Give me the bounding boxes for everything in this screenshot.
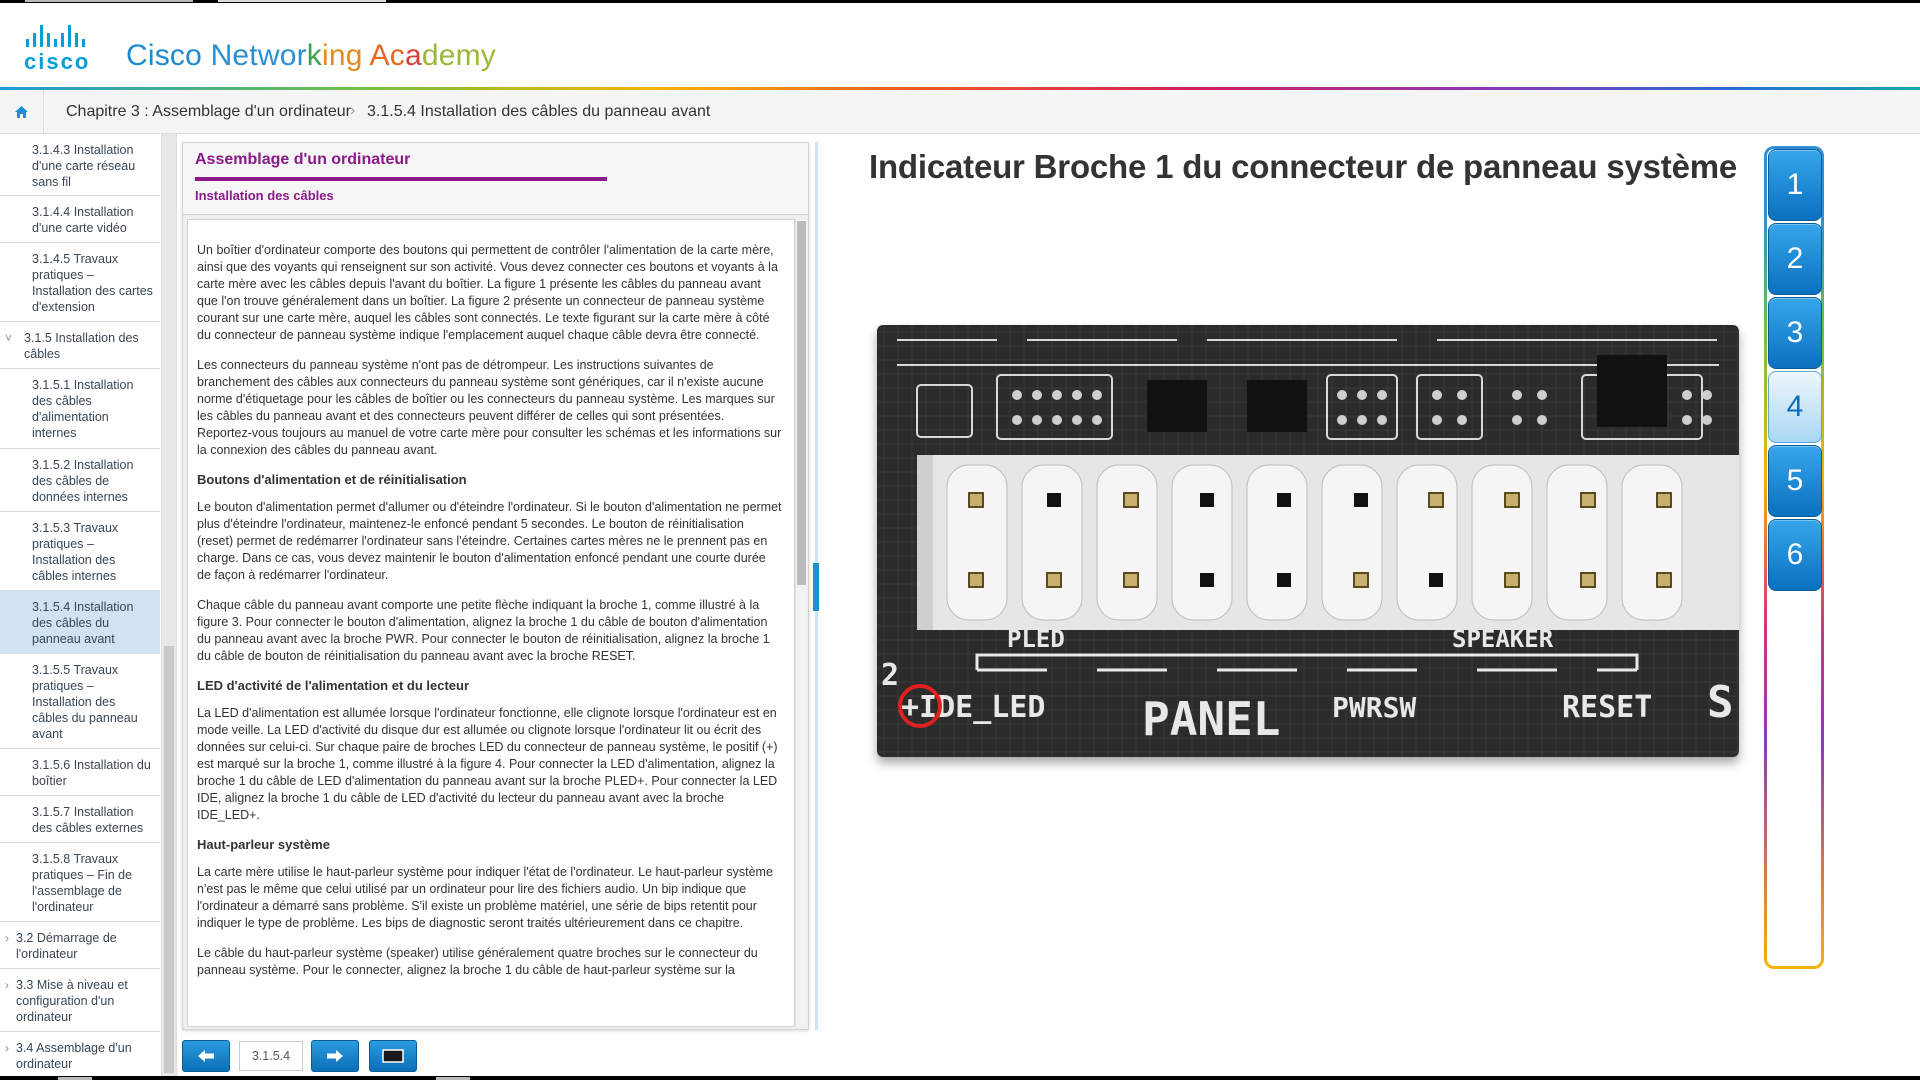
paragraph: La carte mère utilise le haut-parleur sy… bbox=[197, 865, 773, 930]
breadcrumb: Chapitre 3 : Assemblage d'un ordinateur … bbox=[0, 90, 1920, 134]
sidebar-item-label: 3.1.5.1 Installation des câbles d'alimen… bbox=[32, 378, 134, 440]
paragraph: Le bouton d'alimentation permet d'allume… bbox=[197, 500, 782, 582]
panel-title-underline bbox=[195, 177, 607, 181]
sidebar-item-3-1-5-5[interactable]: 3.1.5.5 Travaux pratiques – Installation… bbox=[0, 654, 160, 749]
chevron-down-icon: ˅ bbox=[5, 331, 13, 345]
sidebar-item-3-1-5-6[interactable]: 3.1.5.6 Installation du boîtier bbox=[0, 749, 160, 796]
sidebar-item-3-1-5-7[interactable]: 3.1.5.7 Installation des câbles externes bbox=[0, 796, 160, 843]
sidebar-item-label: 3.2 Démarrage de l'ordinateur bbox=[16, 931, 117, 961]
pane-resize-handle[interactable] bbox=[813, 563, 819, 611]
next-page-button[interactable] bbox=[311, 1040, 359, 1072]
academy-title-part: ing bbox=[322, 39, 370, 72]
sidebar-item-3-1-4-5[interactable]: 3.1.4.5 Travaux pratiques – Installation… bbox=[0, 243, 160, 322]
section-heading: LED d'activité de l'alimentation et du l… bbox=[197, 678, 470, 693]
chevron-right-icon: › bbox=[5, 1041, 9, 1055]
sidebar-item-label: 3.1.4.5 Travaux pratiques – Installation… bbox=[32, 252, 153, 314]
label-pled: PLED bbox=[1007, 625, 1065, 653]
breadcrumb-current: 3.1.5.4 Installation des câbles du panne… bbox=[367, 103, 711, 120]
academy-title-part: Cisco bbox=[126, 39, 211, 72]
motherboard-connector-illustration: PLED SPEAKER 2 +IDE_LED PANEL PWRSW RESE… bbox=[877, 325, 1739, 757]
sidebar-item-label: 3.1.5.7 Installation des câbles externes bbox=[32, 805, 144, 835]
label-speaker: SPEAKER bbox=[1452, 625, 1554, 653]
figure-tab-5[interactable]: 5 bbox=[1768, 445, 1822, 517]
label-reset: RESET bbox=[1562, 690, 1652, 725]
sidebar-item-label: 3.1.5 Installation des câbles bbox=[24, 331, 139, 361]
sidebar-item-label: 3.1.5.6 Installation du boîtier bbox=[32, 758, 151, 788]
panel-scrollbar[interactable] bbox=[795, 219, 807, 1027]
content-panel: Assemblage d'un ordinateur Installation … bbox=[182, 142, 809, 1030]
motherboard-connector-image: PLED SPEAKER 2 +IDE_LED PANEL PWRSW RESE… bbox=[877, 325, 1739, 757]
cisco-logo-text: cisco bbox=[24, 49, 91, 74]
figure-title: Indicateur Broche 1 du connecteur de pan… bbox=[869, 148, 1738, 185]
label-ide-led: +IDE_LED bbox=[901, 690, 1046, 725]
paragraph: Chaque câble du panneau avant comporte u… bbox=[197, 598, 770, 663]
sidebar-item-label: 3.1.5.2 Installation des câbles de donné… bbox=[32, 458, 134, 504]
label-panel: PANEL bbox=[1142, 692, 1280, 746]
sidebar-item-label: 3.1.5.4 Installation des câbles du panne… bbox=[32, 600, 134, 646]
figure-tab-2[interactable]: 2 bbox=[1768, 223, 1822, 295]
section-heading: Boutons d'alimentation et de réinitialis… bbox=[197, 472, 467, 487]
academy-title-part: k bbox=[306, 39, 322, 72]
home-button[interactable] bbox=[0, 90, 44, 134]
sidebar-scrollbar[interactable] bbox=[161, 134, 176, 1077]
sidebar-nav: 3.1.4.3 Installation d'une carte réseau … bbox=[0, 134, 177, 1080]
sidebar-item-3-4[interactable]: › 3.4 Assemblage d'un ordinateur bbox=[0, 1032, 160, 1080]
figure-tab-6[interactable]: 6 bbox=[1768, 519, 1822, 591]
panel-scrollbar-thumb[interactable] bbox=[797, 221, 806, 585]
app-header: cisco Cisco Networking Academy bbox=[0, 3, 1920, 89]
figure-tab-3[interactable]: 3 bbox=[1768, 297, 1822, 369]
sidebar-item-3-1-5-8[interactable]: 3.1.5.8 Travaux pratiques – Fin de l'ass… bbox=[0, 843, 160, 922]
academy-title-part: Networ bbox=[210, 39, 307, 72]
arrow-left-icon bbox=[198, 1050, 214, 1062]
sidebar-item-3-1-4-4[interactable]: 3.1.4.4 Installation d'une carte vidéo bbox=[0, 196, 160, 243]
panel-header: Assemblage d'un ordinateur Installation … bbox=[183, 143, 808, 215]
sidebar-item-3-1-5-2[interactable]: 3.1.5.2 Installation des câbles de donné… bbox=[0, 449, 160, 512]
figure-tab-1[interactable]: 1 bbox=[1768, 149, 1822, 221]
academy-title: Cisco Networking Academy bbox=[126, 39, 496, 73]
paragraph: La LED d'alimentation est allumée lorsqu… bbox=[197, 706, 778, 822]
academy-title-part: Ac bbox=[369, 39, 405, 72]
academy-title-part: demy bbox=[421, 39, 496, 72]
sidebar-scrollbar-thumb[interactable] bbox=[164, 646, 174, 1073]
sidebar-item-label: 3.1.4.4 Installation d'une carte vidéo bbox=[32, 205, 134, 235]
previous-page-button[interactable] bbox=[182, 1040, 230, 1072]
label-pwrsw: PWRSW bbox=[1332, 691, 1416, 724]
home-icon bbox=[15, 106, 28, 118]
label-s: S bbox=[1707, 677, 1734, 728]
paragraph: Un boîtier d'ordinateur comporte des bou… bbox=[197, 243, 778, 342]
sidebar-item-3-1-5[interactable]: ˅ 3.1.5 Installation des câbles bbox=[0, 322, 160, 369]
cisco-logo[interactable]: cisco bbox=[24, 25, 109, 74]
sidebar-item-label: 3.3 Mise à niveau et configuration d'un … bbox=[16, 978, 128, 1024]
panel-body: Un boîtier d'ordinateur comporte des bou… bbox=[187, 219, 795, 1027]
breadcrumb-chapter[interactable]: Chapitre 3 : Assemblage d'un ordinateur bbox=[66, 103, 351, 121]
fullscreen-icon bbox=[382, 1049, 404, 1063]
cisco-logo-bars bbox=[26, 25, 109, 47]
figure-tab-4[interactable]: 4 bbox=[1768, 371, 1822, 443]
academy-title-part: a bbox=[404, 39, 422, 72]
paragraph: Les connecteurs du panneau système n'ont… bbox=[197, 358, 782, 457]
sidebar-item-3-2[interactable]: › 3.2 Démarrage de l'ordinateur bbox=[0, 922, 160, 969]
paragraph: Le câble du haut-parleur système (speake… bbox=[197, 946, 758, 977]
sidebar-item-label: 3.1.5.8 Travaux pratiques – Fin de l'ass… bbox=[32, 852, 133, 914]
sidebar-item-label: 3.1.5.5 Travaux pratiques – Installation… bbox=[32, 663, 138, 741]
fullscreen-button[interactable] bbox=[369, 1040, 417, 1072]
bottom-strip bbox=[0, 1076, 1920, 1080]
panel-title: Assemblage d'un ordinateur bbox=[195, 151, 411, 168]
page-number-field[interactable]: 3.1.5.4 bbox=[239, 1041, 303, 1071]
breadcrumb-separator: › bbox=[350, 102, 356, 119]
sidebar-item-label: 3.1.4.3 Installation d'une carte réseau … bbox=[32, 143, 136, 189]
sidebar-item-3-1-4-3[interactable]: 3.1.4.3 Installation d'une carte réseau … bbox=[0, 134, 160, 196]
label-pin-2: 2 bbox=[881, 658, 899, 693]
sidebar-item-3-1-5-1[interactable]: 3.1.5.1 Installation des câbles d'alimen… bbox=[0, 369, 160, 449]
sidebar-item-label: 3.1.5.3 Travaux pratiques – Installation… bbox=[32, 521, 119, 583]
panel-subtitle: Installation des câbles bbox=[195, 188, 334, 203]
arrow-right-icon bbox=[327, 1050, 343, 1062]
sidebar-item-3-1-5-4[interactable]: 3.1.5.4 Installation des câbles du panne… bbox=[0, 591, 160, 654]
section-heading: Haut-parleur système bbox=[197, 837, 330, 852]
sidebar-item-3-3[interactable]: › 3.3 Mise à niveau et configuration d'u… bbox=[0, 969, 160, 1032]
sidebar-item-3-1-5-3[interactable]: 3.1.5.3 Travaux pratiques – Installation… bbox=[0, 512, 160, 591]
chevron-right-icon: › bbox=[5, 978, 9, 992]
chevron-right-icon: › bbox=[5, 931, 9, 945]
sidebar-item-label: 3.4 Assemblage d'un ordinateur bbox=[16, 1041, 132, 1071]
